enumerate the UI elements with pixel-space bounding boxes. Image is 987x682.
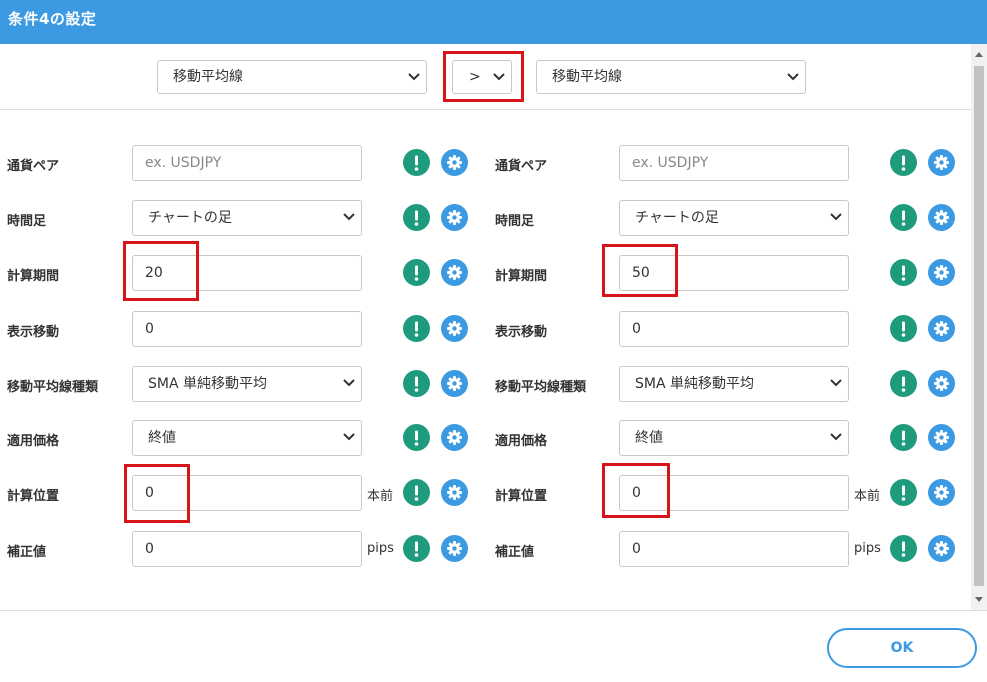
exclamation-icon[interactable] — [403, 370, 430, 397]
field-label: 移動平均線種類 — [495, 380, 587, 395]
gear-icon[interactable] — [441, 149, 468, 176]
gear-icon[interactable] — [441, 535, 468, 562]
chevron-down-icon — [343, 433, 355, 441]
field-label: 通貨ペア — [7, 159, 60, 174]
gear-icon[interactable] — [441, 315, 468, 342]
left-select-field[interactable]: チャートの足 — [132, 200, 362, 236]
right-text-input[interactable]: 0 — [619, 531, 849, 567]
unit-label: 本前 — [854, 489, 881, 504]
dialog-title: 条件4の設定 — [8, 10, 97, 28]
condition-selector-bar: 移動平均線 > 移動平均線 — [0, 44, 971, 110]
exclamation-icon[interactable] — [890, 204, 917, 231]
gear-icon[interactable] — [928, 259, 955, 286]
exclamation-icon[interactable] — [403, 204, 430, 231]
field-label: 時間足 — [495, 214, 535, 229]
field-label: 通貨ペア — [495, 159, 548, 174]
left-indicator-value: 移動平均線 — [173, 69, 243, 85]
dialog-footer: OK — [0, 610, 987, 682]
right-text-input[interactable]: 50 — [619, 255, 849, 291]
exclamation-icon[interactable] — [890, 315, 917, 342]
left-select-field[interactable]: 終値 — [132, 420, 362, 456]
unit-label: pips — [367, 541, 394, 556]
scroll-up-icon[interactable] — [975, 52, 983, 57]
chevron-down-icon — [493, 73, 505, 81]
chevron-down-icon — [830, 433, 842, 441]
gear-icon[interactable] — [441, 424, 468, 451]
exclamation-icon[interactable] — [403, 149, 430, 176]
exclamation-icon[interactable] — [890, 259, 917, 286]
gear-icon[interactable] — [928, 204, 955, 231]
chevron-down-icon — [830, 213, 842, 221]
right-text-input[interactable]: 0 — [619, 311, 849, 347]
gear-icon[interactable] — [928, 535, 955, 562]
select-value: チャートの足 — [148, 210, 232, 226]
exclamation-icon[interactable] — [890, 535, 917, 562]
field-label: 計算期間 — [7, 269, 60, 284]
chevron-down-icon — [830, 379, 842, 387]
field-label: 移動平均線種類 — [7, 380, 99, 395]
select-value: チャートの足 — [635, 210, 719, 226]
gear-icon[interactable] — [928, 149, 955, 176]
right-indicator-select[interactable]: 移動平均線 — [536, 60, 806, 94]
select-value: SMA 単純移動平均 — [148, 376, 267, 392]
field-label: 表示移動 — [7, 325, 60, 340]
exclamation-icon[interactable] — [403, 315, 430, 342]
left-currency-pair-input[interactable]: ex. USDJPY — [132, 145, 362, 181]
gear-icon[interactable] — [928, 479, 955, 506]
right-select-field[interactable]: SMA 単純移動平均 — [619, 366, 849, 402]
field-label: 適用価格 — [7, 434, 60, 449]
scroll-down-icon[interactable] — [975, 597, 983, 602]
gear-icon[interactable] — [928, 370, 955, 397]
field-label: 時間足 — [7, 214, 47, 229]
field-label: 補正値 — [495, 545, 535, 560]
field-label: 表示移動 — [495, 325, 548, 340]
select-value: 終値 — [148, 430, 176, 446]
scrollbar[interactable] — [971, 44, 987, 610]
dialog-header: 条件4の設定 — [0, 0, 987, 44]
chevron-down-icon — [343, 213, 355, 221]
unit-label: 本前 — [367, 489, 394, 504]
operator-select[interactable]: > — [452, 60, 512, 94]
exclamation-icon[interactable] — [403, 535, 430, 562]
gear-icon[interactable] — [928, 315, 955, 342]
exclamation-icon[interactable] — [403, 479, 430, 506]
right-currency-pair-input[interactable]: ex. USDJPY — [619, 145, 849, 181]
gear-icon[interactable] — [928, 424, 955, 451]
left-text-input[interactable]: 20 — [132, 255, 362, 291]
exclamation-icon[interactable] — [403, 424, 430, 451]
right-text-input[interactable]: 0 — [619, 475, 849, 511]
gear-icon[interactable] — [441, 204, 468, 231]
select-value: SMA 単純移動平均 — [635, 376, 754, 392]
right-select-field[interactable]: チャートの足 — [619, 200, 849, 236]
chevron-down-icon — [343, 379, 355, 387]
field-label: 計算位置 — [495, 489, 548, 504]
field-label: 適用価格 — [495, 434, 548, 449]
operator-value: > — [469, 69, 481, 85]
left-select-field[interactable]: SMA 単純移動平均 — [132, 366, 362, 402]
left-text-input[interactable]: 0 — [132, 475, 362, 511]
left-text-input[interactable]: 0 — [132, 531, 362, 567]
gear-icon[interactable] — [441, 259, 468, 286]
right-select-field[interactable]: 終値 — [619, 420, 849, 456]
scroll-thumb[interactable] — [974, 66, 984, 586]
exclamation-icon[interactable] — [403, 259, 430, 286]
select-value: 終値 — [635, 430, 663, 446]
gear-icon[interactable] — [441, 370, 468, 397]
exclamation-icon[interactable] — [890, 149, 917, 176]
chevron-down-icon — [408, 73, 420, 81]
field-label: 補正値 — [7, 545, 47, 560]
exclamation-icon[interactable] — [890, 424, 917, 451]
left-text-input[interactable]: 0 — [132, 311, 362, 347]
field-label: 計算位置 — [7, 489, 60, 504]
chevron-down-icon — [787, 73, 799, 81]
ok-button[interactable]: OK — [827, 628, 977, 668]
exclamation-icon[interactable] — [890, 370, 917, 397]
field-label: 計算期間 — [495, 269, 548, 284]
exclamation-icon[interactable] — [890, 479, 917, 506]
right-indicator-value: 移動平均線 — [552, 69, 622, 85]
gear-icon[interactable] — [441, 479, 468, 506]
unit-label: pips — [854, 541, 881, 556]
left-indicator-select[interactable]: 移動平均線 — [157, 60, 427, 94]
